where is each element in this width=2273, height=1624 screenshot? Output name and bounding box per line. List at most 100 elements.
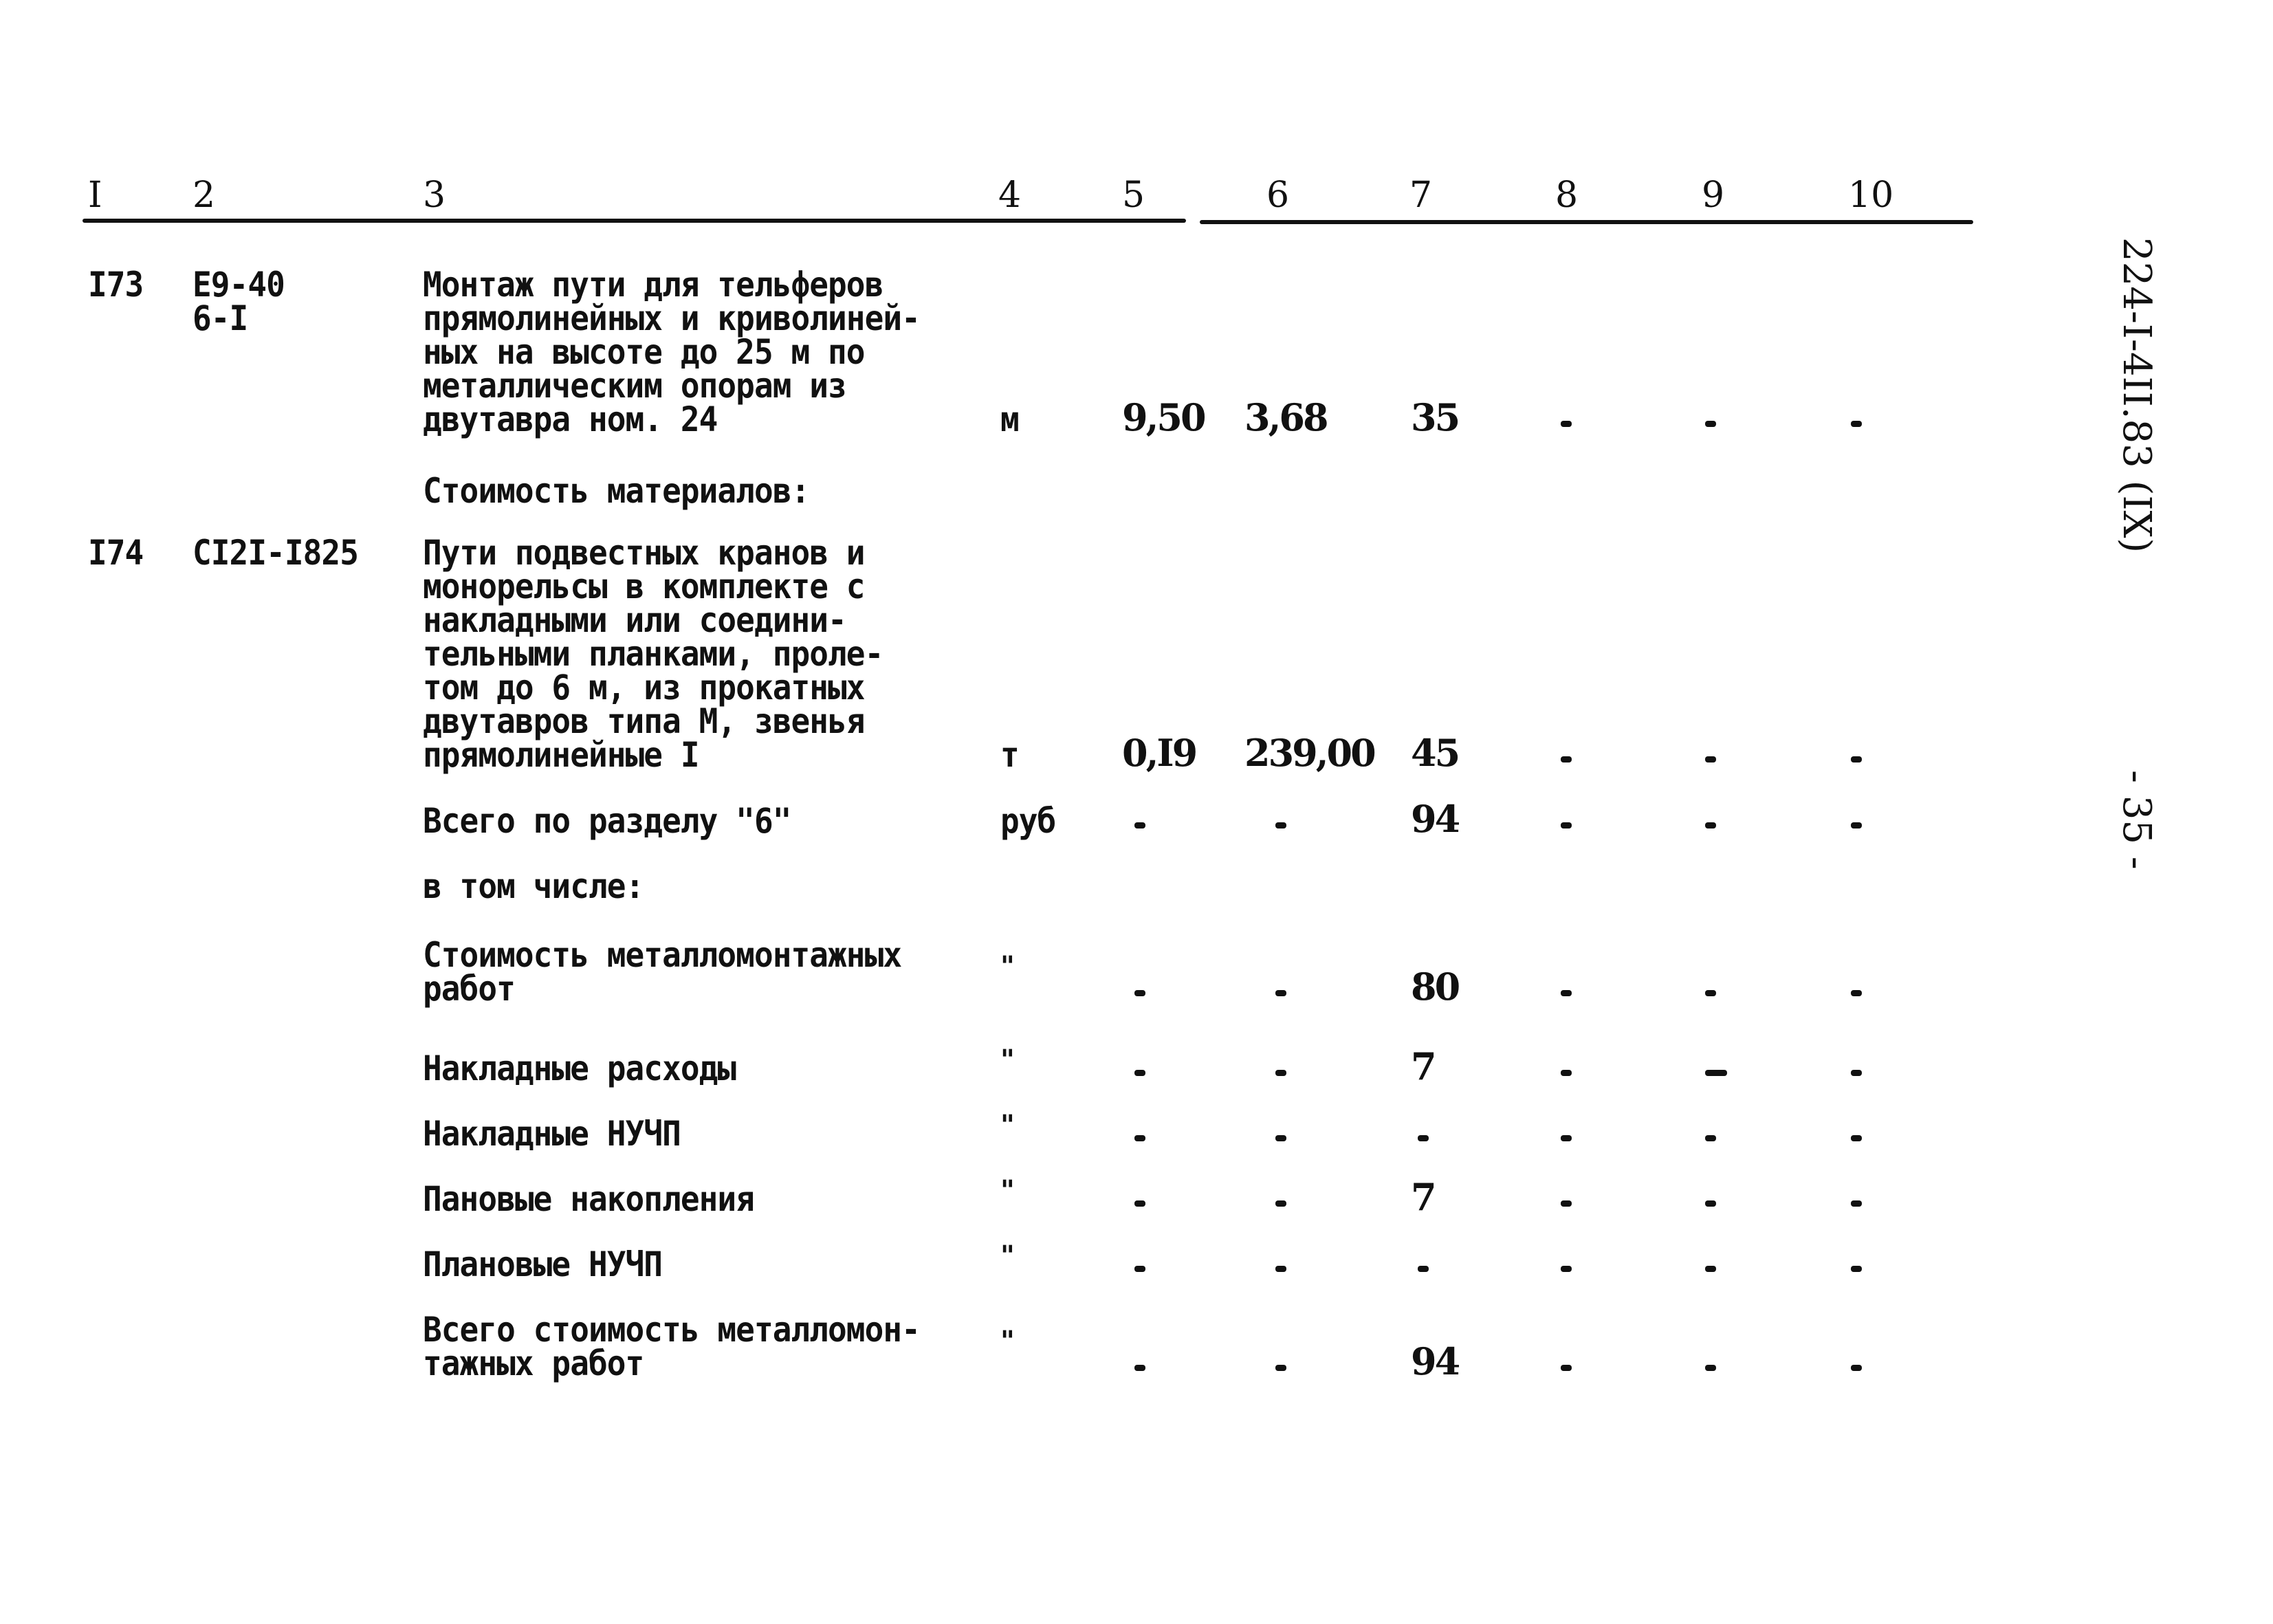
empty-dash: -: [1561, 822, 1572, 829]
unit: ": [1000, 1044, 1015, 1076]
unit: ": [1000, 1240, 1015, 1272]
empty-dash: -: [1705, 1365, 1716, 1371]
column-header-5: 5: [1122, 175, 1145, 216]
empty-dash: -: [1561, 1200, 1572, 1207]
empty-dash: -: [1851, 421, 1862, 427]
description-line: прямолинейные I: [423, 735, 700, 775]
value-c7: 94: [1411, 797, 1460, 841]
description-line: Всего по разделу "6": [423, 801, 791, 841]
empty-dash: -: [1705, 1200, 1716, 1207]
column-header-2: 2: [193, 175, 216, 216]
empty-dash: -: [1275, 1266, 1286, 1272]
empty-dash: -: [1134, 1365, 1145, 1371]
unit: ": [1000, 950, 1015, 983]
empty-dash: -: [1851, 756, 1862, 762]
unit: т: [1000, 735, 1020, 775]
value-c7: 45: [1411, 731, 1460, 775]
empty-dash: -: [1134, 990, 1145, 996]
empty-dash: -: [1705, 1135, 1716, 1141]
column-header-9: 9: [1702, 175, 1725, 216]
description-line: в том числе:: [423, 866, 644, 906]
value-c6: 3,68: [1244, 395, 1329, 439]
rate-code: E9-40: [193, 265, 285, 305]
empty-dash: -: [1275, 1135, 1286, 1141]
empty-dash: -: [1851, 1200, 1862, 1207]
column-header-8: 8: [1555, 175, 1579, 216]
column-header-4: 4: [998, 175, 1022, 216]
empty-dash: -: [1134, 1070, 1145, 1076]
description-line: Пути подвестных кранов и: [423, 533, 866, 573]
empty-dash: -: [1561, 990, 1572, 996]
description-line: Всего стоимость металломон-: [423, 1310, 921, 1350]
empty-dash: -: [1561, 1266, 1572, 1272]
header-rule-right: [1200, 220, 1973, 224]
description-line: двутавра ном. 24: [423, 399, 718, 439]
rate-code: CI2I-I825: [193, 533, 359, 573]
empty-dash: -: [1561, 421, 1572, 427]
description-line: Стоимость материалов:: [423, 471, 810, 511]
empty-dash: -: [1705, 990, 1716, 996]
empty-dash: -: [1705, 822, 1716, 829]
empty-dash: -: [1275, 990, 1286, 996]
description-line: Плановые НУЧП: [423, 1244, 663, 1284]
description-line: Накладные НУЧП: [423, 1114, 681, 1154]
description-line: Монтаж пути для тельферов: [423, 265, 883, 305]
description-line: Пановые накопления: [423, 1179, 755, 1219]
rate-code: 6-I: [193, 298, 248, 338]
empty-dash: -: [1134, 1200, 1145, 1207]
empty-dash: -: [1851, 1365, 1862, 1371]
unit: ": [1000, 1109, 1015, 1141]
empty-dash: —: [1705, 1070, 1727, 1076]
empty-dash: -: [1705, 756, 1716, 762]
empty-dash: -: [1705, 421, 1716, 427]
row-number: I73: [88, 265, 144, 305]
value-c5: 0,I9: [1122, 731, 1198, 775]
column-header-3: 3: [423, 175, 446, 216]
value-c7: 94: [1411, 1339, 1460, 1383]
empty-dash: -: [1134, 1266, 1145, 1272]
description-line: тажных работ: [423, 1343, 644, 1383]
column-header-1: I: [88, 175, 102, 216]
empty-dash: -: [1851, 990, 1862, 996]
row-number: I74: [88, 533, 144, 573]
header-rule-left: [83, 219, 1186, 223]
description-line: работ: [423, 969, 516, 1009]
description-line: Накладные расходы: [423, 1049, 736, 1088]
unit: м: [1000, 399, 1020, 439]
value-c7: 80: [1411, 965, 1460, 1009]
description-line: двутавров типа М, звенья: [423, 701, 866, 741]
empty-dash: -: [1418, 1266, 1429, 1272]
empty-dash: -: [1134, 1135, 1145, 1141]
description-line: накладными или соедини-: [423, 600, 847, 640]
empty-dash: -: [1851, 822, 1862, 829]
value-c7: 7: [1411, 1044, 1437, 1088]
page-number: - 35 -: [2114, 770, 2159, 870]
column-header-6: 6: [1266, 175, 1290, 216]
column-header-10: 10: [1848, 175, 1894, 216]
value-c7: 7: [1411, 1175, 1437, 1219]
empty-dash: -: [1705, 1266, 1716, 1272]
empty-dash: -: [1561, 1365, 1572, 1371]
description-line: металлическим опорам из: [423, 366, 847, 406]
empty-dash: -: [1418, 1135, 1429, 1141]
empty-dash: -: [1275, 1200, 1286, 1207]
value-c7: 35: [1411, 395, 1460, 439]
description-line: монорельсы в комплекте с: [423, 567, 866, 606]
description-line: том до 6 м, из прокатных: [423, 668, 866, 707]
empty-dash: -: [1561, 1135, 1572, 1141]
empty-dash: -: [1561, 1070, 1572, 1076]
unit: ": [1000, 1325, 1015, 1357]
document-code: 224-I-4II.83 (IX): [2114, 237, 2159, 553]
value-c6: 239,00: [1244, 731, 1376, 775]
description-line: Стоимость металломонтажных: [423, 935, 902, 975]
empty-dash: -: [1275, 1070, 1286, 1076]
empty-dash: -: [1851, 1135, 1862, 1141]
empty-dash: -: [1561, 756, 1572, 762]
description-line: прямолинейных и криволиней-: [423, 298, 921, 338]
value-c5: 9,50: [1122, 395, 1207, 439]
empty-dash: -: [1134, 822, 1145, 829]
empty-dash: -: [1851, 1070, 1862, 1076]
unit: руб: [1000, 801, 1056, 841]
empty-dash: -: [1851, 1266, 1862, 1272]
description-line: ных на высоте до 25 м по: [423, 332, 866, 372]
